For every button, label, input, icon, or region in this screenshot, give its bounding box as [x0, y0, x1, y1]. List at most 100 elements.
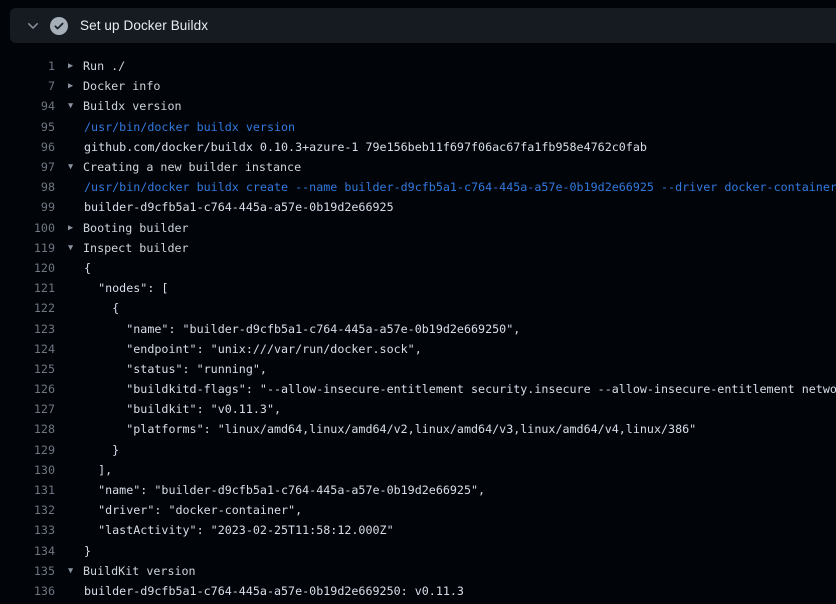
actions-log-viewer: Set up Docker Buildx 1▶Run ./7▶Docker in…	[0, 0, 836, 604]
line-number[interactable]: 120	[0, 261, 55, 275]
log-group-title[interactable]: Inspect builder	[83, 241, 189, 255]
line-number[interactable]: 130	[0, 463, 55, 477]
line-number[interactable]: 131	[0, 483, 55, 497]
line-number[interactable]: 132	[0, 503, 55, 517]
log-line: 132 "driver": "docker-container",	[0, 500, 836, 520]
log-line: 98/usr/bin/docker buildx create --name b…	[0, 177, 836, 197]
log-command-text: /usr/bin/docker buildx create --name bui…	[55, 180, 836, 194]
log-line-group: 135▼BuildKit version	[0, 561, 836, 581]
log-line: 136builder-d9cfb5a1-c764-445a-a57e-0b19d…	[0, 581, 836, 601]
log-group-title[interactable]: Docker info	[83, 79, 160, 93]
log-group-title[interactable]: Buildx version	[83, 99, 182, 113]
log-line: 99builder-d9cfb5a1-c764-445a-a57e-0b19d2…	[0, 197, 836, 217]
line-number[interactable]: 121	[0, 281, 55, 295]
line-number[interactable]: 95	[0, 120, 55, 134]
line-number[interactable]: 128	[0, 422, 55, 436]
log-group-toggle[interactable]: ▶Booting builder	[55, 221, 189, 235]
log-line-group: 7▶Docker info	[0, 76, 836, 96]
log-group-title[interactable]: Creating a new builder instance	[83, 160, 301, 174]
step-header[interactable]: Set up Docker Buildx	[10, 8, 836, 43]
log-output-text: "status": "running",	[55, 362, 267, 376]
log-line: 123 "name": "builder-d9cfb5a1-c764-445a-…	[0, 318, 836, 338]
log-output-text: "name": "builder-d9cfb5a1-c764-445a-a57e…	[55, 483, 485, 497]
line-number[interactable]: 98	[0, 180, 55, 194]
log-group-toggle[interactable]: ▼BuildKit version	[55, 564, 196, 578]
log-output-text: {	[55, 301, 119, 315]
log-group-title[interactable]: Run ./	[83, 59, 125, 73]
line-number[interactable]: 124	[0, 342, 55, 356]
group-expanded-icon[interactable]: ▼	[68, 243, 83, 253]
log-line: 128 "platforms": "linux/amd64,linux/amd6…	[0, 419, 836, 439]
log-output-text: "buildkitd-flags": "--allow-insecure-ent…	[55, 382, 836, 396]
log-line: 127 "buildkit": "v0.11.3",	[0, 399, 836, 419]
line-number[interactable]: 1	[0, 59, 55, 73]
log-output-text: builder-d9cfb5a1-c764-445a-a57e-0b19d2e6…	[55, 584, 464, 598]
log-line: 129 }	[0, 440, 836, 460]
group-collapsed-icon[interactable]: ▶	[68, 61, 83, 71]
log-line: 124 "endpoint": "unix:///var/run/docker.…	[0, 339, 836, 359]
line-number[interactable]: 134	[0, 544, 55, 558]
line-number[interactable]: 96	[0, 140, 55, 154]
group-collapsed-icon[interactable]: ▶	[68, 81, 83, 91]
log-output-text: "nodes": [	[55, 281, 168, 295]
line-number[interactable]: 122	[0, 301, 55, 315]
log-output-text: ],	[55, 463, 112, 477]
log-line: 95/usr/bin/docker buildx version	[0, 117, 836, 137]
line-number[interactable]: 127	[0, 402, 55, 416]
log-group-toggle[interactable]: ▼Creating a new builder instance	[55, 160, 301, 174]
log-group-toggle[interactable]: ▼Inspect builder	[55, 241, 189, 255]
group-expanded-icon[interactable]: ▼	[68, 101, 83, 111]
line-number[interactable]: 125	[0, 362, 55, 376]
log-command-text: /usr/bin/docker buildx version	[55, 120, 295, 134]
log-output-text: "platforms": "linux/amd64,linux/amd64/v2…	[55, 422, 696, 436]
log-output-text: }	[55, 443, 119, 457]
line-number[interactable]: 119	[0, 241, 55, 255]
log-line: 122 {	[0, 298, 836, 318]
log-output-text: "name": "builder-d9cfb5a1-c764-445a-a57e…	[55, 322, 520, 336]
line-number[interactable]: 129	[0, 443, 55, 457]
log-line-group: 119▼Inspect builder	[0, 238, 836, 258]
log-group-title[interactable]: BuildKit version	[83, 564, 196, 578]
log-output-text: "lastActivity": "2023-02-25T11:58:12.000…	[55, 523, 394, 537]
log-group-title[interactable]: Booting builder	[83, 221, 189, 235]
line-number[interactable]: 97	[0, 160, 55, 174]
line-number[interactable]: 135	[0, 564, 55, 578]
log-line: 96github.com/docker/buildx 0.10.3+azure-…	[0, 137, 836, 157]
chevron-down-icon[interactable]	[25, 18, 41, 34]
log-line: 121 "nodes": [	[0, 278, 836, 298]
log-line: 126 "buildkitd-flags": "--allow-insecure…	[0, 379, 836, 399]
log-line: 131 "name": "builder-d9cfb5a1-c764-445a-…	[0, 480, 836, 500]
group-expanded-icon[interactable]: ▼	[68, 566, 83, 576]
log-line-group: 100▶Booting builder	[0, 218, 836, 238]
check-circle-icon	[50, 17, 68, 35]
log-line-group: 94▼Buildx version	[0, 96, 836, 116]
log-pane: 1▶Run ./7▶Docker info94▼Buildx version95…	[0, 43, 836, 604]
log-output-text: {	[55, 261, 91, 275]
line-number[interactable]: 123	[0, 322, 55, 336]
log-output-text: github.com/docker/buildx 0.10.3+azure-1 …	[55, 140, 647, 154]
log-line-group: 1▶Run ./	[0, 56, 836, 76]
line-number[interactable]: 99	[0, 200, 55, 214]
line-number[interactable]: 94	[0, 99, 55, 113]
step-title: Set up Docker Buildx	[80, 18, 208, 33]
log-line: 134}	[0, 541, 836, 561]
line-number[interactable]: 7	[0, 79, 55, 93]
log-output-text: "driver": "docker-container",	[55, 503, 302, 517]
log-output-text: "endpoint": "unix:///var/run/docker.sock…	[55, 342, 422, 356]
log-group-toggle[interactable]: ▶Run ./	[55, 59, 125, 73]
line-number[interactable]: 100	[0, 221, 55, 235]
group-expanded-icon[interactable]: ▼	[68, 162, 83, 172]
log-line-group: 97▼Creating a new builder instance	[0, 157, 836, 177]
line-number[interactable]: 133	[0, 523, 55, 537]
log-line: 133 "lastActivity": "2023-02-25T11:58:12…	[0, 520, 836, 540]
log-group-toggle[interactable]: ▼Buildx version	[55, 99, 182, 113]
log-line: 120{	[0, 258, 836, 278]
group-collapsed-icon[interactable]: ▶	[68, 223, 83, 233]
log-output-text: "buildkit": "v0.11.3",	[55, 402, 281, 416]
log-group-toggle[interactable]: ▶Docker info	[55, 79, 160, 93]
line-number[interactable]: 126	[0, 382, 55, 396]
log-line: 130 ],	[0, 460, 836, 480]
log-output-text: builder-d9cfb5a1-c764-445a-a57e-0b19d2e6…	[55, 200, 394, 214]
line-number[interactable]: 136	[0, 584, 55, 598]
log-line: 125 "status": "running",	[0, 359, 836, 379]
